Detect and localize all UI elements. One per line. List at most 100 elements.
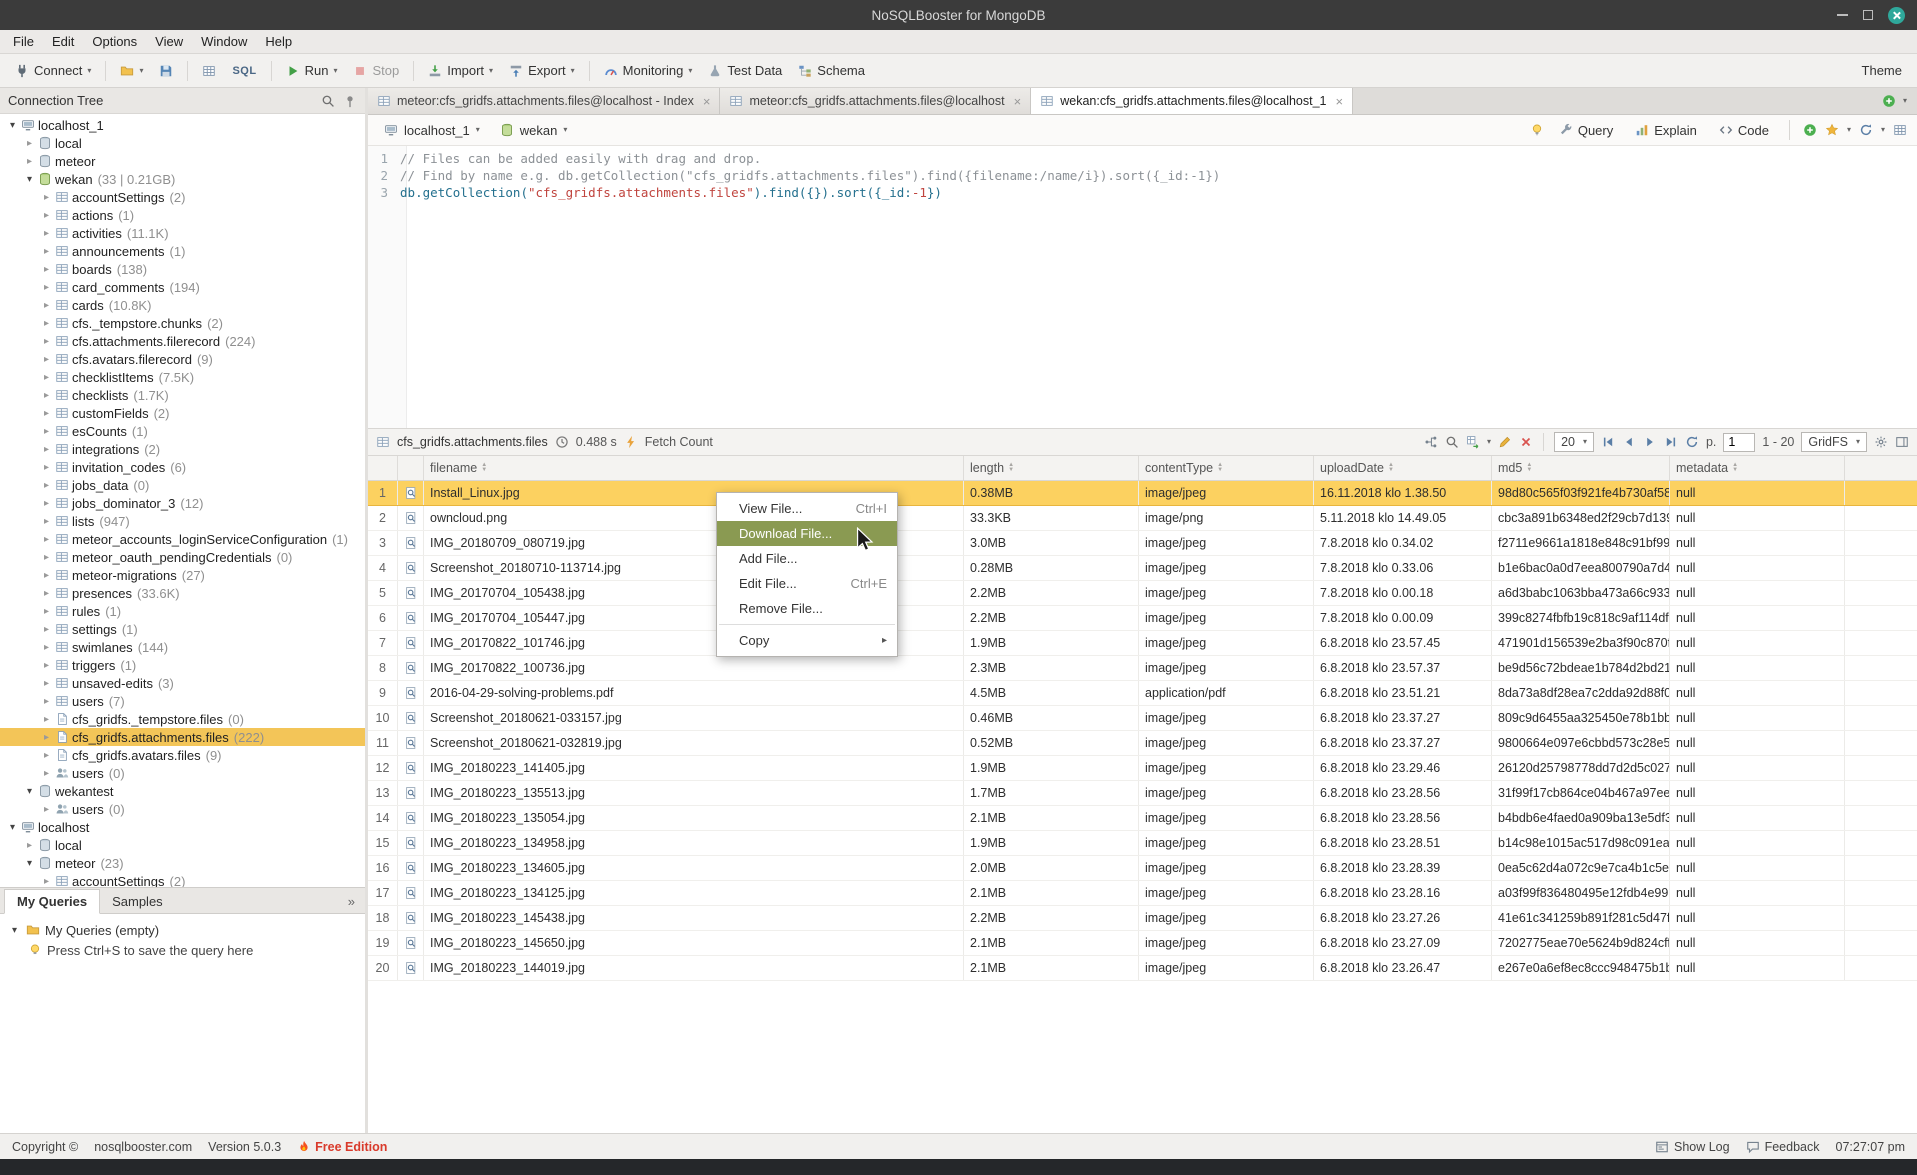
- cell-md5[interactable]: b1e6bac0a0d7eea800790a7d47: [1492, 556, 1670, 580]
- cell-length[interactable]: 0.28MB: [964, 556, 1139, 580]
- page-input[interactable]: [1723, 433, 1755, 452]
- cell-length[interactable]: 1.9MB: [964, 631, 1139, 655]
- connect-button[interactable]: Connect ▾: [8, 59, 98, 82]
- cell-contentType[interactable]: image/jpeg: [1139, 556, 1314, 580]
- tree-item[interactable]: ▸ announcements (1): [0, 242, 365, 260]
- cell-uploadDate[interactable]: 7.8.2018 klo 0.00.18: [1314, 581, 1492, 605]
- preview-file-icon[interactable]: [398, 881, 424, 905]
- cell-contentType[interactable]: image/jpeg: [1139, 731, 1314, 755]
- cell-md5[interactable]: 7202775eae70e5624b9d824cff6: [1492, 931, 1670, 955]
- tree-item[interactable]: ▸ triggers (1): [0, 656, 365, 674]
- chevron-right-icon[interactable]: ▸: [40, 606, 53, 617]
- tree-item[interactable]: ▸ esCounts (1): [0, 422, 365, 440]
- tree-item[interactable]: ▸ users (0): [0, 764, 365, 782]
- preview-file-icon[interactable]: [398, 956, 424, 980]
- cell-filename[interactable]: IMG_20180223_134958.jpg: [424, 831, 964, 855]
- preview-file-icon[interactable]: [398, 831, 424, 855]
- side-panel-icon[interactable]: [1895, 435, 1909, 449]
- cell-filename[interactable]: IMG_20170822_100736.jpg: [424, 656, 964, 680]
- tree-item[interactable]: ▸ local: [0, 836, 365, 854]
- cell-contentType[interactable]: image/jpeg: [1139, 831, 1314, 855]
- cell-metadata[interactable]: null: [1670, 906, 1845, 930]
- cell-contentType[interactable]: image/jpeg: [1139, 481, 1314, 505]
- new-tab-icon[interactable]: [1882, 94, 1896, 108]
- table-row[interactable]: 11 Screenshot_20180621-032819.jpg0.52MBi…: [368, 731, 1917, 756]
- cell-length[interactable]: 0.46MB: [964, 706, 1139, 730]
- cell-uploadDate[interactable]: 6.8.2018 klo 23.57.37: [1314, 656, 1492, 680]
- chevron-down-icon[interactable]: ▾: [1487, 438, 1491, 446]
- cell-metadata[interactable]: null: [1670, 481, 1845, 505]
- tree-item[interactable]: ▸ meteor-migrations (27): [0, 566, 365, 584]
- tree-item[interactable]: ▸ actions (1): [0, 206, 365, 224]
- tree-item[interactable]: ▾ wekantest: [0, 782, 365, 800]
- cell-filename[interactable]: IMG_20180223_145650.jpg: [424, 931, 964, 955]
- prev-page-icon[interactable]: [1622, 435, 1636, 449]
- chevron-down-icon[interactable]: ▾: [1903, 97, 1907, 105]
- cell-metadata[interactable]: null: [1670, 731, 1845, 755]
- first-page-icon[interactable]: [1601, 435, 1615, 449]
- chevron-right-icon[interactable]: ▸: [40, 318, 53, 329]
- cell-metadata[interactable]: null: [1670, 581, 1845, 605]
- chevron-right-icon[interactable]: ▸: [23, 138, 36, 149]
- tree-item[interactable]: ▸ swimlanes (144): [0, 638, 365, 656]
- add-favorite-icon[interactable]: [1803, 123, 1817, 137]
- tree-item[interactable]: ▸ activities (11.1K): [0, 224, 365, 242]
- cell-filename[interactable]: Screenshot_20180621-032819.jpg: [424, 731, 964, 755]
- tree-item[interactable]: ▸ cfs.attachments.filerecord (224): [0, 332, 365, 350]
- table-row[interactable]: 1 Install_Linux.jpg0.38MBimage/jpeg16.11…: [368, 481, 1917, 506]
- tree-item[interactable]: ▸ jobs_dominator_3 (12): [0, 494, 365, 512]
- cell-filename[interactable]: 2016-04-29-solving-problems.pdf: [424, 681, 964, 705]
- cell-metadata[interactable]: null: [1670, 531, 1845, 555]
- stop-button[interactable]: Stop: [346, 59, 406, 82]
- table-row[interactable]: 10 Screenshot_20180621-033157.jpg0.46MBi…: [368, 706, 1917, 731]
- cell-contentType[interactable]: image/jpeg: [1139, 856, 1314, 880]
- minimize-icon[interactable]: [1837, 14, 1848, 16]
- chevron-right-icon[interactable]: ▸: [40, 300, 53, 311]
- chevron-right-icon[interactable]: ▸: [40, 552, 53, 563]
- cell-contentType[interactable]: image/jpeg: [1139, 781, 1314, 805]
- sql-button[interactable]: SQL: [225, 61, 263, 81]
- cell-length[interactable]: 2.1MB: [964, 806, 1139, 830]
- preview-file-icon[interactable]: [398, 531, 424, 555]
- cell-md5[interactable]: f2711e9661a1818e848c91bf99b: [1492, 531, 1670, 555]
- cell-length[interactable]: 4.5MB: [964, 681, 1139, 705]
- search-icon[interactable]: [321, 94, 335, 108]
- table-row[interactable]: 7 IMG_20170822_101746.jpg1.9MBimage/jpeg…: [368, 631, 1917, 656]
- cell-uploadDate[interactable]: 6.8.2018 klo 23.37.27: [1314, 706, 1492, 730]
- cell-metadata[interactable]: null: [1670, 606, 1845, 630]
- cell-filename[interactable]: IMG_20180223_135513.jpg: [424, 781, 964, 805]
- tab-my-queries[interactable]: My Queries: [4, 889, 100, 914]
- cell-uploadDate[interactable]: 6.8.2018 klo 23.28.51: [1314, 831, 1492, 855]
- chevron-right-icon[interactable]: ▸: [40, 570, 53, 581]
- chevron-down-icon[interactable]: ▾: [1881, 126, 1885, 134]
- tree-item[interactable]: ▸ checklists (1.7K): [0, 386, 365, 404]
- chevron-right-icon[interactable]: ▸: [40, 246, 53, 257]
- monitoring-button[interactable]: Monitoring ▾: [597, 59, 700, 82]
- cell-uploadDate[interactable]: 6.8.2018 klo 23.27.26: [1314, 906, 1492, 930]
- cell-md5[interactable]: cbc3a891b6348ed2f29cb7d1396: [1492, 506, 1670, 530]
- chevron-right-icon[interactable]: ▸: [40, 768, 53, 779]
- close-tab-icon[interactable]: ×: [1014, 94, 1022, 109]
- cell-uploadDate[interactable]: 7.8.2018 klo 0.00.09: [1314, 606, 1492, 630]
- cell-md5[interactable]: 26120d25798778dd7d2d5c0273: [1492, 756, 1670, 780]
- chevron-right-icon[interactable]: ▸: [40, 480, 53, 491]
- table-row[interactable]: 17 IMG_20180223_134125.jpg2.1MBimage/jpe…: [368, 881, 1917, 906]
- query-editor[interactable]: 1 // Files can be added easily with drag…: [368, 146, 1917, 428]
- column-header-metadata[interactable]: metadata ▲▼: [1670, 456, 1845, 480]
- cell-md5[interactable]: b4bdb6e4faed0a909ba13e5df30: [1492, 806, 1670, 830]
- cell-contentType[interactable]: image/jpeg: [1139, 706, 1314, 730]
- menu-view[interactable]: View: [146, 30, 192, 53]
- cell-metadata[interactable]: null: [1670, 706, 1845, 730]
- cell-length[interactable]: 2.2MB: [964, 906, 1139, 930]
- cell-md5[interactable]: 9800664e097e6cbbd573c28e5d: [1492, 731, 1670, 755]
- column-header-contentType[interactable]: contentType ▲▼: [1139, 456, 1314, 480]
- column-header-filename[interactable]: filename ▲▼: [424, 456, 964, 480]
- maximize-icon[interactable]: [1863, 10, 1873, 20]
- context-menu-item[interactable]: Edit File... Ctrl+E: [717, 571, 897, 596]
- cell-filename[interactable]: Screenshot_20180621-033157.jpg: [424, 706, 964, 730]
- cell-metadata[interactable]: null: [1670, 756, 1845, 780]
- cell-md5[interactable]: 8da73a8df28ea7c2dda92d88f0c: [1492, 681, 1670, 705]
- cell-contentType[interactable]: image/jpeg: [1139, 756, 1314, 780]
- table-row[interactable]: 18 IMG_20180223_145438.jpg2.2MBimage/jpe…: [368, 906, 1917, 931]
- cell-length[interactable]: 33.3KB: [964, 506, 1139, 530]
